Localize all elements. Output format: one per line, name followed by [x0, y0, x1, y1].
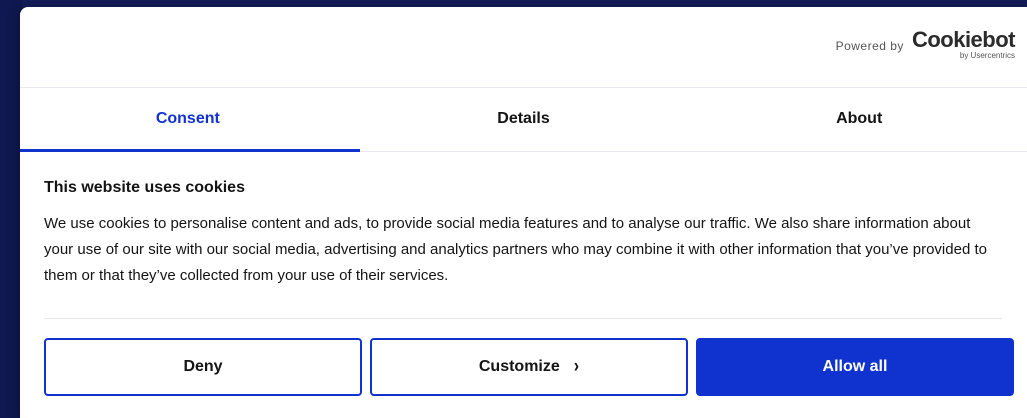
- tab-details[interactable]: Details: [356, 87, 692, 151]
- dialog-header: Powered by Cookiebot by Usercentrics: [20, 7, 1027, 88]
- cookie-consent-dialog: Powered by Cookiebot by Usercentrics Con…: [20, 7, 1027, 418]
- tab-about[interactable]: About: [691, 87, 1027, 151]
- consent-button-row: Deny Customize › Allow all: [44, 338, 1014, 396]
- page-backdrop: [0, 0, 22, 418]
- customize-button-label: Customize: [478, 358, 560, 375]
- tab-consent[interactable]: Consent: [20, 87, 360, 152]
- tab-bar: Consent Details About: [20, 87, 1027, 152]
- customize-button[interactable]: Customize ›: [370, 338, 688, 396]
- content-divider: [44, 318, 1002, 319]
- deny-button-label: Deny: [183, 358, 223, 375]
- consent-title: This website uses cookies: [44, 179, 245, 196]
- consent-body: We use cookies to personalise content an…: [44, 215, 987, 284]
- allow-all-button[interactable]: Allow all: [696, 338, 1014, 396]
- powered-by-text: Powered by: [835, 39, 904, 53]
- powered-by-badge[interactable]: Powered by Cookiebot by Usercentrics: [835, 27, 1016, 61]
- cookiebot-logo: Cookiebot by Usercentrics: [911, 27, 1016, 61]
- chevron-right-icon: ›: [573, 356, 580, 377]
- cookiebot-logo-text: Cookiebot: [911, 27, 1016, 52]
- allow-all-button-label: Allow all: [822, 358, 888, 375]
- deny-button[interactable]: Deny: [44, 338, 362, 396]
- consent-content: This website uses cookies We use cookies…: [44, 179, 1002, 289]
- cookiebot-logo-subtext: by Usercentrics: [959, 51, 1015, 60]
